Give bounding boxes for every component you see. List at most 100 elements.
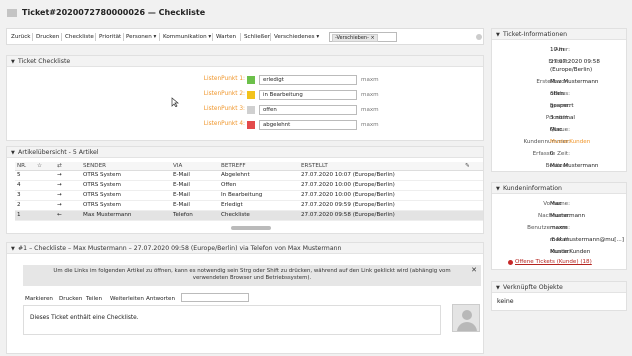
cell-star: [35, 170, 55, 181]
field-value: Max: [550, 201, 562, 207]
table-row[interactable]: 5 → OTRS System E-Mail Abgelehnt 27.07.2…: [15, 170, 483, 181]
customer-id-link[interactable]: MusterKunden: [550, 139, 590, 145]
checklist-item: ListenPunkt 3: offen maxm: [185, 105, 485, 115]
direction-arrow-icon: →: [55, 190, 81, 201]
collapse-icon[interactable]: ▼: [496, 186, 500, 192]
edit-icon[interactable]: ✎: [463, 162, 483, 171]
column-header-nr[interactable]: NR.: [15, 162, 35, 171]
print-link[interactable]: Drucken: [59, 296, 82, 302]
table-row-selected[interactable]: 1 ← Max Mustermann Telefon Checkliste 27…: [15, 210, 483, 221]
cell-nr: 2: [15, 200, 35, 211]
print-link[interactable]: Drucken: [36, 34, 59, 40]
reply-link[interactable]: Antworten: [146, 296, 175, 302]
star-icon[interactable]: ☆: [35, 162, 55, 171]
table-row[interactable]: 3 → OTRS System E-Mail In Bearbeitung 27…: [15, 190, 483, 201]
status-field[interactable]: erledigt: [259, 75, 357, 85]
collapse-icon[interactable]: ▼: [11, 150, 15, 156]
cell-sender: OTRS System: [81, 190, 171, 201]
checklist-header[interactable]: ▼ Ticket Checkliste: [7, 56, 483, 67]
customer-info-header[interactable]: ▼ Kundeninformation: [492, 183, 626, 194]
cell-edit: [463, 180, 483, 191]
notice-text: Um die Links im folgenden Artikel zu öff…: [53, 268, 451, 281]
collapse-icon[interactable]: ▼: [11, 246, 15, 252]
status-color-swatch: [247, 91, 255, 99]
divider: [270, 33, 271, 41]
field-value: MusterKunden: [550, 249, 591, 255]
forward-link[interactable]: Weiterleiten: [110, 296, 144, 302]
close-icon[interactable]: [476, 34, 482, 40]
open-tickets-link[interactable]: Offene Tickets (Kunde) (18): [515, 259, 592, 265]
column-header-via[interactable]: VIA: [171, 162, 219, 171]
reply-template-input[interactable]: [181, 293, 249, 302]
title-bar: Ticket#2020072780000026 — Checkliste: [0, 0, 632, 26]
status-field[interactable]: abgelehnt: [259, 120, 357, 130]
cell-nr: 3: [15, 190, 35, 201]
cell-nr: 4: [15, 180, 35, 191]
horizontal-scrollbar[interactable]: [231, 226, 271, 230]
linked-objects-value: keine: [497, 298, 514, 305]
column-header-sender[interactable]: SENDER: [81, 162, 171, 171]
column-header-subject[interactable]: BETREFF: [219, 162, 299, 171]
checklist-item: ListenPunkt 4: abgelehnt maxm: [185, 120, 485, 130]
mark-link[interactable]: Markieren: [25, 296, 53, 302]
cell-subject: Abgelehnt: [219, 170, 299, 181]
field-value: Mustermann: [550, 213, 586, 219]
ticket-action-bar: Zurück Drucken Checkliste Priorität Pers…: [6, 28, 484, 45]
status-field[interactable]: offen: [259, 105, 357, 115]
pending-link[interactable]: Warten: [216, 34, 236, 40]
mouse-cursor-icon: [171, 97, 179, 107]
checklist-link[interactable]: Checkliste: [65, 34, 94, 40]
close-link[interactable]: Schließen: [244, 34, 271, 40]
cell-created: 27.07.2020 10:07 (Europe/Berlin): [299, 170, 463, 181]
back-link[interactable]: Zurück: [11, 34, 31, 40]
page-title: Ticket#2020072780000026 — Checkliste: [22, 8, 206, 17]
cell-via: E-Mail: [171, 200, 219, 211]
article-overview-title: Artikelübersicht - 5 Artikel: [18, 149, 99, 156]
communication-menu[interactable]: Kommunikation ▾: [163, 34, 211, 40]
move-queue-select[interactable]: -Verschieben- ×: [329, 32, 397, 42]
article-detail-panel: ▼ #1 – Checkliste – Max Mustermann – 27.…: [6, 242, 484, 354]
direction-arrow-icon: →: [55, 170, 81, 181]
cell-edit: [463, 210, 483, 221]
cell-star: [35, 210, 55, 221]
checklist-item: ListenPunkt 2: in Bearbeitung maxm: [185, 90, 485, 100]
linked-objects-header[interactable]: ▼ Verknüpfte Objekte: [492, 282, 626, 293]
cell-via: E-Mail: [171, 190, 219, 201]
collapse-icon[interactable]: ▼: [496, 32, 500, 38]
column-header-created[interactable]: ERSTELLT: [299, 162, 463, 171]
article-detail-header[interactable]: ▼ #1 – Checkliste – Max Mustermann – 27.…: [7, 243, 483, 254]
status-color-swatch: [247, 106, 255, 114]
field-value: Max Mustermann: [550, 79, 599, 85]
cell-nr: 1: [15, 210, 35, 221]
table-header-row: NR. ☆ ⇄ SENDER VIA BETREFF ERSTELLT ✎: [15, 162, 483, 171]
field-value: 0: [550, 151, 554, 157]
status-field[interactable]: in Bearbeitung: [259, 90, 357, 100]
table-row[interactable]: 4 → OTRS System E-Mail Offen 27.07.2020 …: [15, 180, 483, 191]
table-row[interactable]: 2 → OTRS System E-Mail Erledigt 27.07.20…: [15, 200, 483, 211]
collapse-icon[interactable]: ▼: [11, 59, 15, 65]
move-tag[interactable]: -Verschieben- ×: [332, 34, 378, 42]
people-menu[interactable]: Personen ▾: [126, 34, 156, 40]
divider: [95, 33, 96, 41]
share-link[interactable]: Teilen: [86, 296, 102, 302]
article-overview-header[interactable]: ▼ Artikelübersicht - 5 Artikel: [7, 147, 483, 158]
field-value: 3 normal: [550, 115, 575, 121]
field-value: maxm: [550, 225, 568, 231]
checklist-user: maxm: [361, 77, 379, 83]
misc-menu[interactable]: Verschiedenes ▾: [274, 34, 319, 40]
checklist-item-label: ListenPunkt 4:: [203, 121, 245, 127]
field-value: gesperrt: [550, 103, 574, 109]
close-icon[interactable]: ✕: [471, 267, 477, 274]
checklist-item-label: ListenPunkt 2:: [203, 91, 245, 97]
cell-subject: In Bearbeitung: [219, 190, 299, 201]
priority-link[interactable]: Priorität: [99, 34, 121, 40]
email-link[interactable]: max.mustermann@mu[...]: [550, 237, 624, 243]
divider: [212, 33, 213, 41]
cell-sender: Max Mustermann: [81, 210, 171, 221]
alert-icon: [508, 260, 513, 265]
cell-star: [35, 200, 55, 211]
cell-created: 27.07.2020 09:59 (Europe/Berlin): [299, 200, 463, 211]
collapse-icon[interactable]: ▼: [496, 285, 500, 291]
ticket-info-header[interactable]: ▼ Ticket-Informationen: [492, 29, 626, 40]
direction-icon[interactable]: ⇄: [55, 162, 81, 171]
